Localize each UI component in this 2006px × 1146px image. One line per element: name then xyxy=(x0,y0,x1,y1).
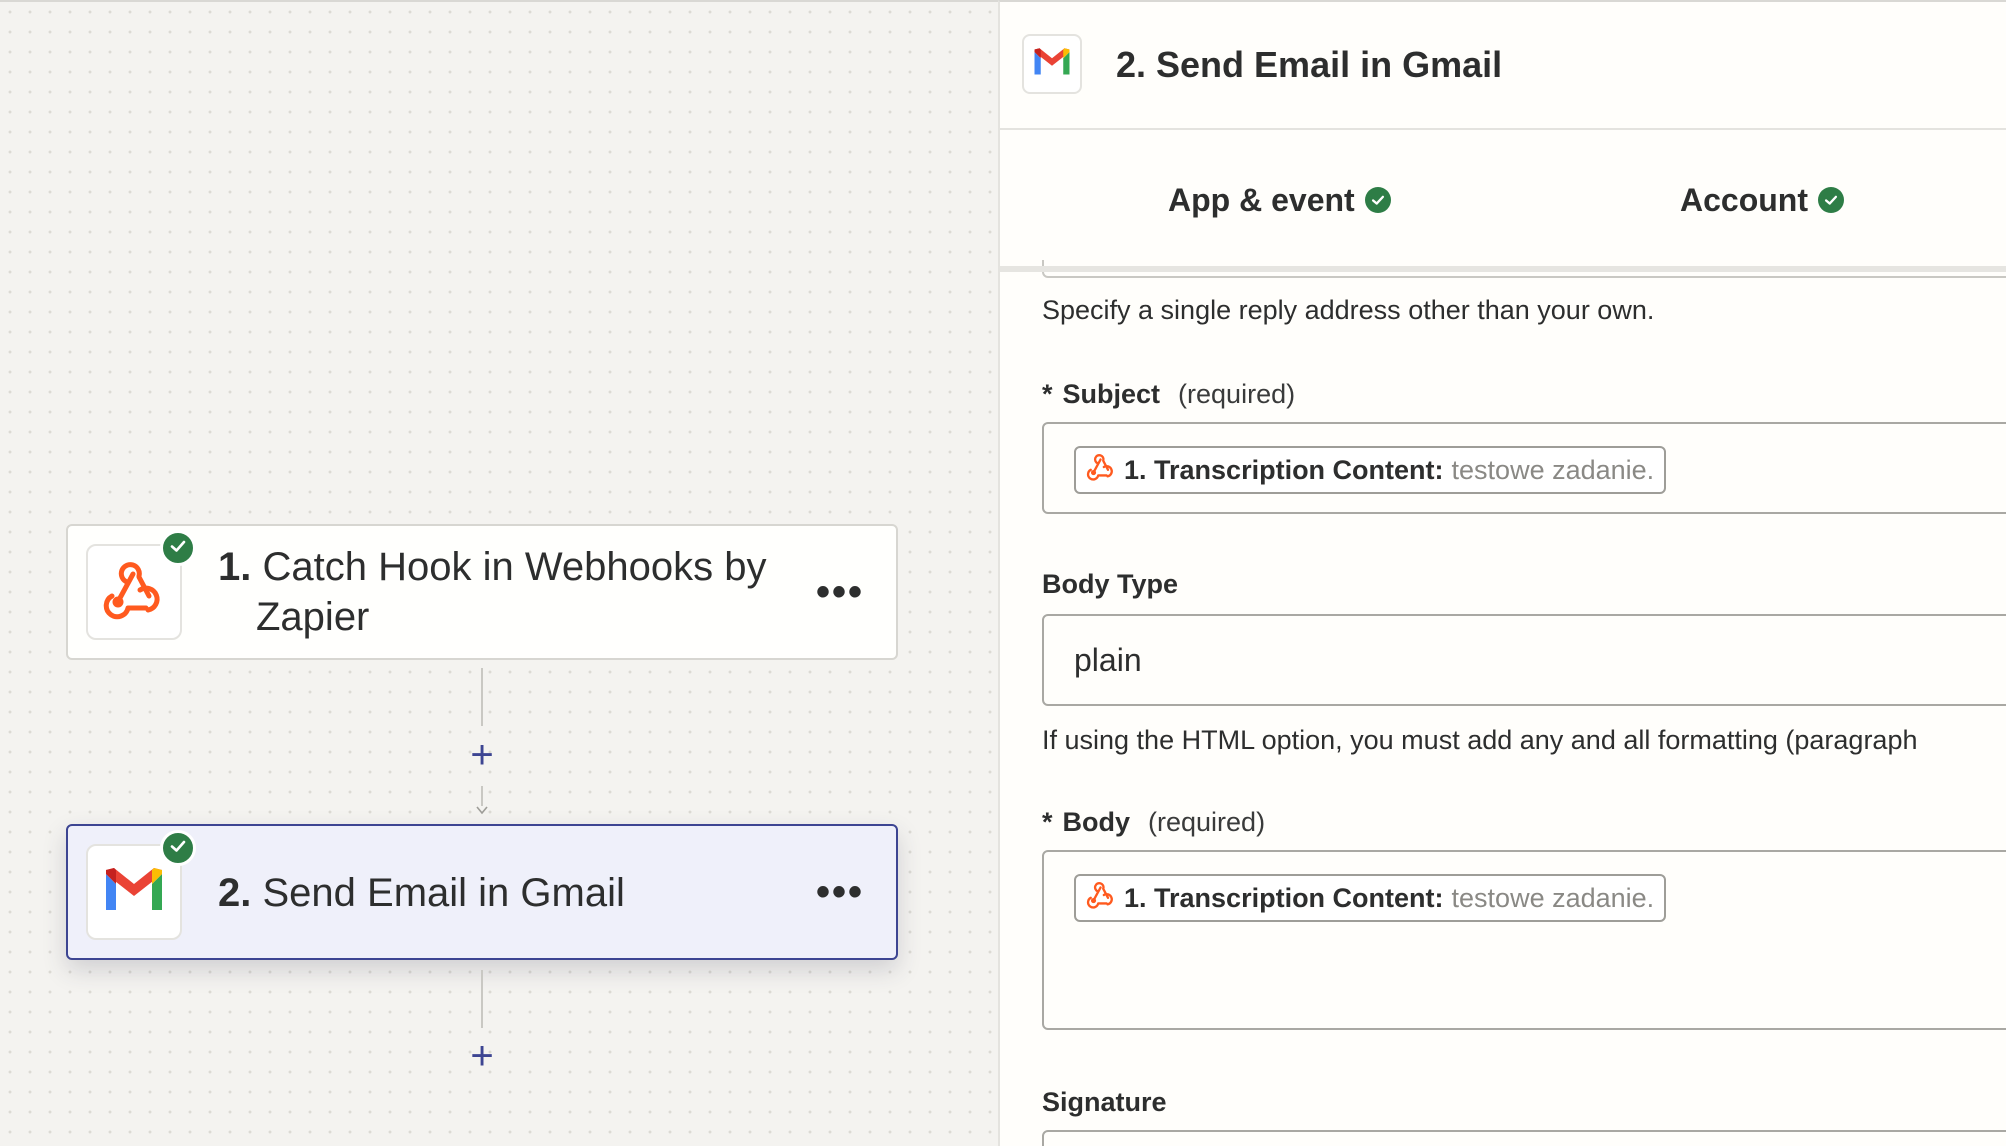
step-editor-panel: 2. Send Email in Gmail App & event Accou… xyxy=(998,0,2006,1146)
webhook-icon xyxy=(1086,881,1116,916)
webhook-icon xyxy=(1086,453,1116,488)
required-hint: (required) xyxy=(1178,379,1296,409)
panel-header: 2. Send Email in Gmail xyxy=(1000,2,2006,130)
required-star: * xyxy=(1042,379,1053,409)
step-number: 1. xyxy=(218,545,252,589)
body-label: * Body (required) xyxy=(1042,804,1265,840)
arrow-down-icon xyxy=(474,802,490,818)
pill-value: testowe zadanie. xyxy=(1451,882,1655,913)
tab-account[interactable]: Account xyxy=(1680,180,1844,220)
step-title: 2. Send Email in Gmail xyxy=(218,868,625,918)
check-icon xyxy=(169,837,187,860)
subject-label: * Subject (required) xyxy=(1042,376,1295,412)
mapped-field-pill[interactable]: 1. Transcription Content: testowe zadani… xyxy=(1074,874,1667,922)
add-step-button[interactable]: + xyxy=(462,1036,502,1076)
step-card-send-email[interactable]: 2. Send Email in Gmail ••• xyxy=(66,824,898,960)
panel-tabs: App & event Account xyxy=(1000,130,2006,266)
check-icon xyxy=(169,537,187,560)
step-complete-badge xyxy=(160,530,196,566)
step-complete-badge xyxy=(160,830,196,866)
body-type-label-text: Body Type xyxy=(1042,569,1179,599)
connector-line xyxy=(481,970,483,1028)
body-type-label: Body Type xyxy=(1042,566,1178,602)
signature-input[interactable] xyxy=(1042,1130,2006,1146)
step-title-line1: Catch Hook in Webhooks by xyxy=(262,545,767,589)
subject-label-text: Subject xyxy=(1062,379,1161,409)
tab-app-and-event[interactable]: App & event xyxy=(1168,180,1391,220)
tab-label: App & event xyxy=(1168,182,1355,218)
webhook-icon xyxy=(102,560,166,625)
check-circle-icon xyxy=(1818,187,1844,213)
body-label-text: Body xyxy=(1062,807,1131,837)
step-number: 2. xyxy=(218,871,252,915)
gmail-icon xyxy=(1032,47,1072,82)
step-more-button[interactable]: ••• xyxy=(816,872,864,912)
step-title-line2: Zapier xyxy=(256,595,370,639)
body-input[interactable]: 1. Transcription Content: testowe zadani… xyxy=(1042,850,2006,1030)
panel-title: 2. Send Email in Gmail xyxy=(1116,44,1503,85)
step-card-catch-hook[interactable]: 1. Catch Hook in Webhooks by Zapier ••• xyxy=(66,524,898,660)
body-type-select[interactable]: plain xyxy=(1042,614,2006,706)
pill-value: testowe zadanie. xyxy=(1451,454,1655,485)
signature-label-text: Signature xyxy=(1042,1087,1167,1117)
step-title-text: Send Email in Gmail xyxy=(262,871,625,915)
pill-source: 1. Transcription Content: xyxy=(1124,882,1444,913)
subject-input[interactable]: 1. Transcription Content: testowe zadani… xyxy=(1042,422,2006,514)
check-circle-icon xyxy=(1364,187,1391,213)
connector-line xyxy=(481,668,483,726)
step-more-button[interactable]: ••• xyxy=(816,572,864,612)
body-type-help-text: If using the HTML option, you must add a… xyxy=(1042,725,1918,755)
workflow-canvas[interactable]: 1. Catch Hook in Webhooks by Zapier ••• … xyxy=(0,0,998,1146)
tabs-divider xyxy=(1000,266,2006,272)
panel-app-tile xyxy=(1022,34,1082,94)
tab-label: Account xyxy=(1680,182,1808,218)
mapped-field-pill[interactable]: 1. Transcription Content: testowe zadani… xyxy=(1074,446,1667,494)
step-title: 1. Catch Hook in Webhooks by Zapier xyxy=(218,542,766,642)
reply-to-help-text: Specify a single reply address other tha… xyxy=(1042,295,1655,325)
signature-label: Signature xyxy=(1042,1084,1167,1120)
body-type-value: plain xyxy=(1074,642,1142,678)
required-star: * xyxy=(1042,807,1053,837)
add-step-button[interactable]: + xyxy=(462,735,502,775)
gmail-icon xyxy=(102,866,166,919)
pill-source: 1. Transcription Content: xyxy=(1124,454,1444,485)
required-hint: (required) xyxy=(1148,807,1266,837)
